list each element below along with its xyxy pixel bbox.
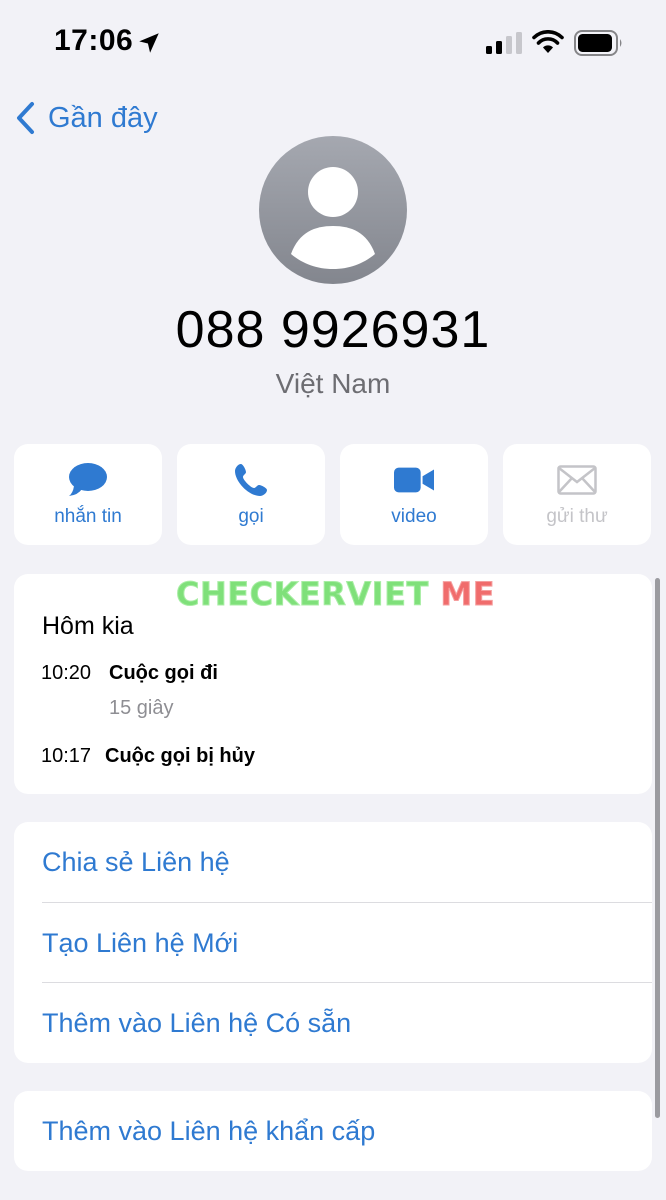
cellular-signal-icon [486,32,522,54]
contact-phone-number: 088 9926931 [175,301,491,359]
mail-button[interactable]: gửi thư [503,444,651,545]
message-icon [69,463,107,496]
call-button[interactable]: gọi [177,444,325,545]
add-to-existing-contact-button[interactable]: Thêm vào Liên hệ Có sẵn [14,983,652,1063]
avatar [259,136,407,284]
mail-label: gửi thư [546,506,608,527]
back-label: Gần đây [48,101,158,134]
call-type: Cuộc gọi bị hủy [105,745,255,767]
emergency-card: Thêm vào Liên hệ khẩn cấp [14,1091,652,1171]
watermark-part-2: ME [440,575,496,614]
call-time: 10:17 [41,745,92,767]
status-time: 17:06 [54,24,134,57]
video-label: video [391,506,437,527]
create-new-contact-button[interactable]: Tạo Liên hệ Mới [14,903,652,983]
battery-icon [574,30,622,56]
call-label: gọi [238,506,264,527]
location-arrow-icon [139,33,159,53]
wifi-icon [532,30,564,53]
person-silhouette-icon [291,167,375,269]
watermark: CHECKERVIET ME [176,575,496,614]
scrollbar[interactable] [655,578,660,1118]
contact-options-card: Chia sẻ Liên hệ Tạo Liên hệ Mới Thêm vào… [14,822,652,1063]
message-label: nhắn tin [54,506,122,527]
back-button[interactable]: Gần đây [12,96,158,140]
video-button[interactable]: video [340,444,488,545]
watermark-part-1: CHECKERVIET [176,575,429,614]
share-contact-button[interactable]: Chia sẻ Liên hệ [14,822,652,902]
add-to-emergency-contacts-button[interactable]: Thêm vào Liên hệ khẩn cấp [14,1091,652,1171]
chevron-left-icon [17,102,34,134]
video-camera-icon [394,467,434,493]
message-button[interactable]: nhắn tin [14,444,162,545]
call-duration: 15 giây [109,697,174,719]
mail-icon [557,465,597,495]
phone-icon [235,464,267,496]
call-type: Cuộc gọi đi [109,662,218,684]
call-time: 10:20 [41,662,92,684]
recent-calls-day: Hôm kia [42,612,134,640]
contact-country: Việt Nam [275,368,391,399]
status-bar: 17:06 [0,0,666,88]
